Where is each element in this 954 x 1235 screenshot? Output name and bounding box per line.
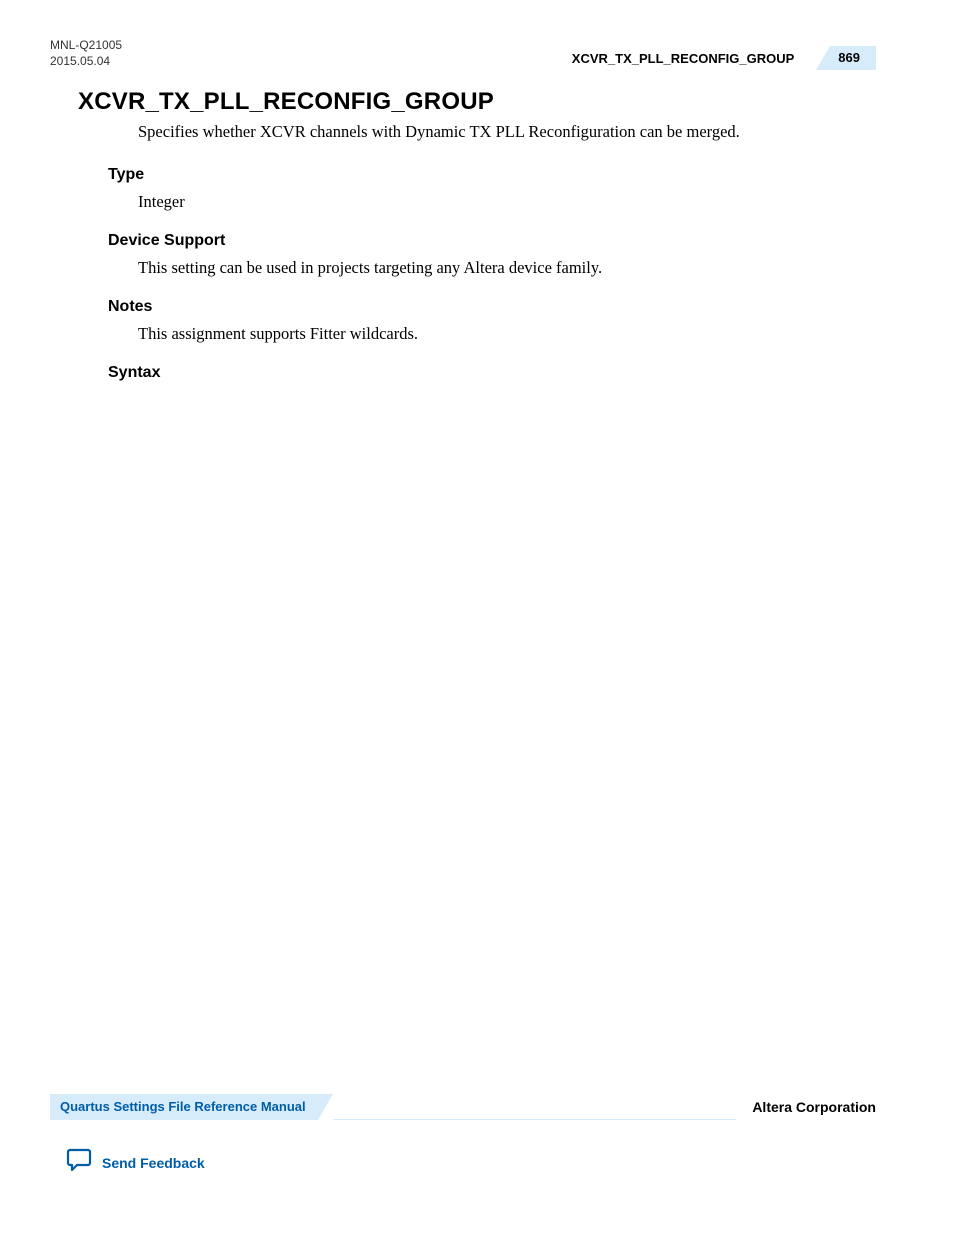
- section-body-type: Integer: [138, 190, 876, 214]
- section-head-syntax: Syntax: [108, 364, 876, 382]
- section-head-notes: Notes: [108, 298, 876, 316]
- send-feedback-label: Send Feedback: [102, 1155, 205, 1171]
- section-head-type: Type: [108, 166, 876, 184]
- section-head-device-support: Device Support: [108, 232, 876, 250]
- footer-divider-line: [333, 1119, 737, 1120]
- intro-paragraph: Specifies whether XCVR channels with Dyn…: [138, 120, 876, 144]
- section-body-device-support: This setting can be used in projects tar…: [138, 256, 876, 280]
- page-header: MNL-Q21005 2015.05.04 XCVR_TX_PLL_RECONF…: [0, 0, 954, 82]
- footer-bar: Quartus Settings File Reference Manual A…: [50, 1094, 876, 1120]
- corporation-name: Altera Corporation: [752, 1099, 876, 1115]
- header-right: XCVR_TX_PLL_RECONFIG_GROUP 869: [572, 46, 876, 70]
- send-feedback-link[interactable]: Send Feedback: [66, 1148, 876, 1177]
- page-content: XCVR_TX_PLL_RECONFIG_GROUP Specifies whe…: [0, 88, 954, 382]
- page-title: XCVR_TX_PLL_RECONFIG_GROUP: [78, 88, 876, 116]
- page-number: 869: [830, 46, 876, 70]
- speech-bubble-icon: [66, 1148, 92, 1177]
- page-footer: Quartus Settings File Reference Manual A…: [0, 1094, 954, 1177]
- page-number-badge: 869: [816, 46, 876, 70]
- manual-title-link[interactable]: Quartus Settings File Reference Manual: [50, 1094, 318, 1120]
- header-topic-title: XCVR_TX_PLL_RECONFIG_GROUP: [572, 51, 795, 66]
- section-body-notes: This assignment supports Fitter wildcard…: [138, 322, 876, 346]
- badge-slant: [816, 46, 830, 70]
- footer-slant: [318, 1094, 333, 1120]
